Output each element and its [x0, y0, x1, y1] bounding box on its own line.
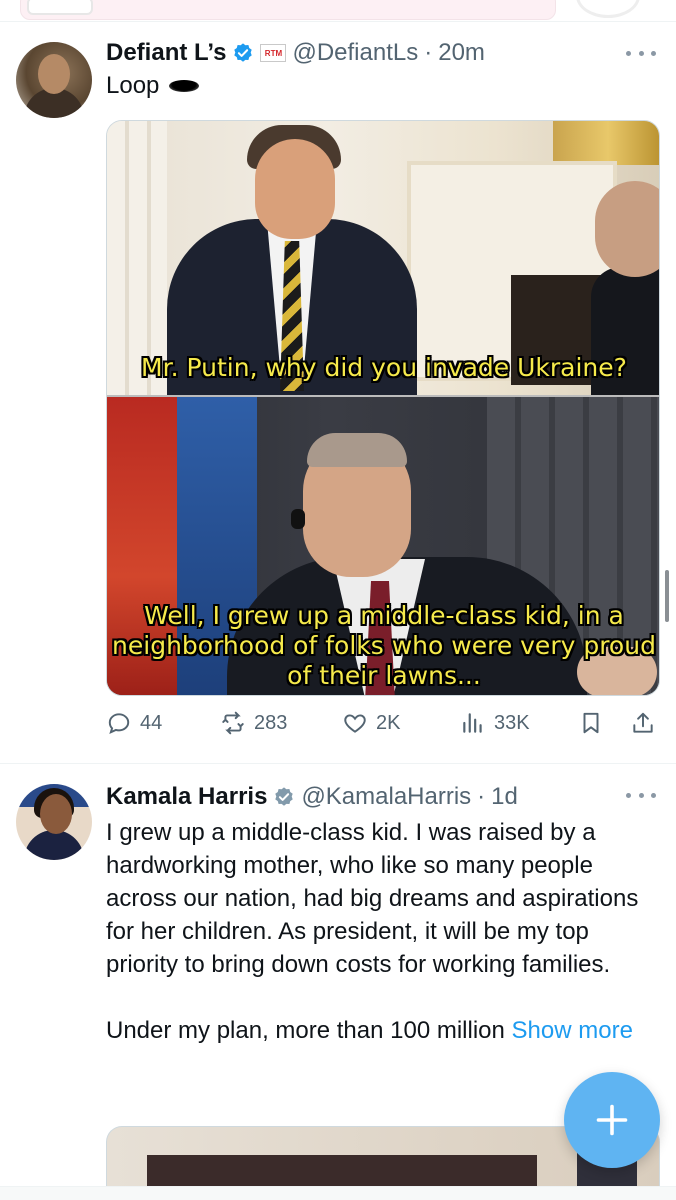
avatar-figure-head — [40, 794, 72, 834]
speaker-hair — [307, 433, 407, 467]
meme-caption-top: Mr. Putin, why did you invade Ukraine? — [141, 353, 627, 382]
tweet-header: Kamala Harris @KamalaHarris · 1d — [106, 780, 518, 814]
tweet-paragraph-text: Under my plan, more than 100 million — [106, 1017, 512, 1044]
tweet-paragraph: I grew up a middle-class kid. I was rais… — [106, 819, 639, 978]
meme-top-panel: Mr. Putin, why did you invade Ukraine? — [107, 121, 659, 399]
handle[interactable]: @DefiantLs — [292, 39, 418, 67]
more-icon[interactable] — [626, 790, 656, 800]
show-more-link[interactable]: Show more — [512, 1017, 633, 1044]
share-button[interactable] — [630, 710, 656, 736]
bookmark-icon — [583, 712, 599, 734]
like-icon — [344, 714, 366, 733]
avatar[interactable] — [16, 784, 92, 860]
tweet-text: I grew up a middle-class kid. I was rais… — [106, 816, 658, 1047]
previous-avatar-edge — [576, 0, 640, 18]
tweet-text: Loop — [106, 72, 200, 100]
scrollbar[interactable] — [665, 570, 669, 622]
display-name[interactable]: Defiant L’s — [106, 39, 226, 67]
tweet-text-content: Loop — [106, 72, 160, 99]
separator-dot: · — [477, 783, 486, 810]
views-icon — [463, 713, 482, 733]
like-button[interactable]: 2K — [342, 710, 400, 736]
interviewee-back-head — [595, 181, 659, 277]
meme-bottom-panel: Well, I grew up a middle-class kid, in a… — [107, 397, 659, 695]
bottom-navigation-edge — [0, 1186, 676, 1200]
more-icon[interactable] — [626, 48, 656, 58]
share-icon — [633, 712, 653, 733]
reply-count: 44 — [140, 711, 163, 734]
like-count: 2K — [376, 711, 401, 734]
reply-icon — [108, 713, 130, 734]
tweet-defiant-ls[interactable]: Defiant L’s RTM @DefiantLs · 20m Loop Mr… — [0, 24, 676, 764]
separator-dot: · — [424, 39, 433, 66]
avatar-figure-head — [38, 54, 70, 94]
fireplace — [407, 161, 617, 385]
tweet-paragraph-truncated: Under my plan, more than 100 million Sho… — [106, 1014, 658, 1047]
compose-plus-icon — [596, 1104, 628, 1136]
avatar-figure-body — [24, 830, 84, 860]
more-dot — [651, 50, 656, 56]
more-dot — [626, 50, 631, 56]
previous-card-button — [27, 0, 93, 15]
previous-card-edge — [20, 0, 556, 20]
tweet-header: Defiant L’s RTM @DefiantLs · 20m — [106, 36, 485, 70]
views-count: 33K — [494, 711, 530, 734]
interviewer-head — [255, 139, 335, 239]
handle[interactable]: @KamalaHarris — [301, 783, 471, 811]
display-name[interactable]: Kamala Harris — [106, 783, 267, 811]
reply-button[interactable]: 44 — [106, 710, 162, 736]
verified-badge-icon — [275, 787, 294, 806]
more-dot — [638, 50, 644, 56]
compose-button[interactable] — [564, 1072, 660, 1168]
bookmark-button[interactable] — [578, 710, 604, 736]
tweet-actions: 44 283 2K 33K — [106, 710, 660, 744]
repost-button[interactable]: 283 — [220, 710, 287, 736]
affiliate-badge[interactable]: RTM — [260, 44, 287, 62]
meme-caption-bottom: Well, I grew up a middle-class kid, in a… — [112, 601, 656, 690]
previous-tweet-remnant — [0, 0, 676, 22]
avatar[interactable] — [16, 42, 92, 118]
gilded-frame — [553, 121, 659, 165]
speaker-earpiece — [291, 509, 305, 529]
verified-badge-icon — [234, 43, 253, 62]
repost-icon — [222, 711, 244, 735]
views-button[interactable]: 33K — [460, 710, 530, 736]
more-dot — [638, 792, 644, 798]
hole-emoji — [169, 80, 200, 92]
repost-count: 283 — [254, 711, 288, 734]
more-dot — [626, 792, 631, 798]
meme-image[interactable]: Mr. Putin, why did you invade Ukraine? W… — [106, 120, 660, 696]
timestamp[interactable]: 20m — [438, 39, 485, 67]
more-dot — [651, 792, 656, 798]
timestamp[interactable]: 1d — [491, 783, 518, 811]
